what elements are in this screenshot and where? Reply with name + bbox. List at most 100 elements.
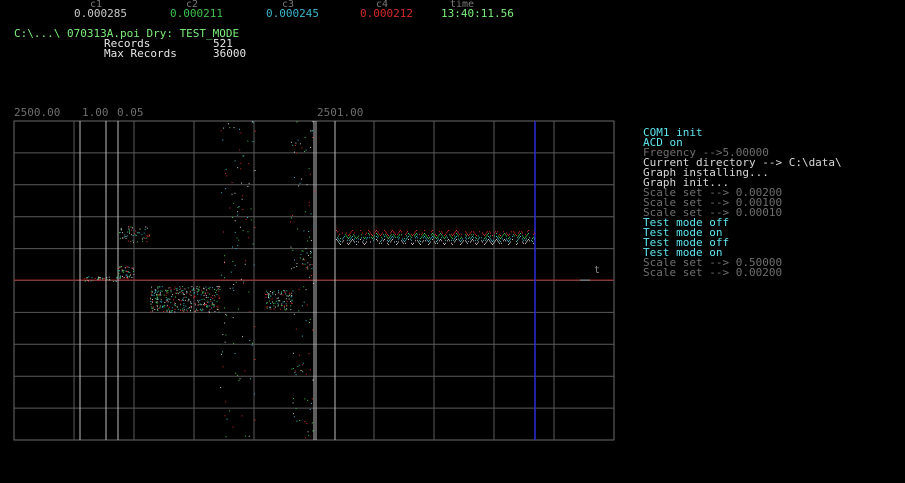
data-point xyxy=(495,231,496,233)
data-point xyxy=(129,232,130,234)
data-point xyxy=(386,235,387,237)
data-point xyxy=(216,293,218,295)
data-point xyxy=(435,233,436,235)
data-point xyxy=(121,269,123,271)
data-point xyxy=(311,251,312,253)
data-point xyxy=(126,231,128,233)
data-point xyxy=(283,290,284,292)
data-point xyxy=(222,351,223,353)
data-point xyxy=(305,320,307,322)
scope-graph[interactable] xyxy=(0,0,905,483)
data-point xyxy=(432,239,433,240)
data-point xyxy=(208,310,210,312)
data-point xyxy=(405,239,406,241)
data-point xyxy=(278,300,280,302)
data-point xyxy=(406,235,407,237)
data-point xyxy=(283,301,285,303)
data-point xyxy=(372,238,373,239)
data-point xyxy=(241,198,243,200)
data-point xyxy=(151,286,152,288)
data-point xyxy=(254,130,256,132)
data-point xyxy=(475,242,476,244)
data-point xyxy=(282,301,284,303)
data-point xyxy=(97,280,99,282)
data-point xyxy=(193,297,195,299)
data-point xyxy=(500,238,501,239)
data-point xyxy=(476,238,477,239)
data-point xyxy=(305,248,307,250)
data-point xyxy=(151,306,153,308)
data-point xyxy=(127,271,128,273)
data-point xyxy=(207,287,209,289)
data-point xyxy=(119,270,121,272)
data-point xyxy=(344,236,345,237)
data-point xyxy=(439,240,440,242)
data-point xyxy=(225,436,227,438)
data-point xyxy=(120,228,122,230)
data-point xyxy=(233,127,235,129)
data-point xyxy=(470,232,471,234)
data-point xyxy=(153,295,155,297)
data-point xyxy=(231,193,233,195)
data-point xyxy=(476,235,477,236)
data-point xyxy=(176,292,177,294)
data-point xyxy=(481,240,482,242)
data-point xyxy=(448,239,449,240)
data-point xyxy=(266,294,268,295)
data-point xyxy=(218,290,220,292)
data-point xyxy=(445,236,446,238)
data-point xyxy=(363,236,364,238)
data-point xyxy=(422,241,423,243)
data-point xyxy=(459,239,460,241)
data-point xyxy=(189,293,191,295)
data-point xyxy=(286,308,287,310)
data-point xyxy=(115,280,117,282)
data-point xyxy=(482,241,483,243)
data-point xyxy=(356,244,357,245)
data-point xyxy=(196,309,198,311)
data-point xyxy=(382,238,383,240)
data-point xyxy=(168,308,170,310)
data-point xyxy=(166,300,168,302)
data-point xyxy=(200,309,202,311)
data-point xyxy=(225,168,227,170)
data-point xyxy=(277,297,279,299)
data-point xyxy=(199,303,201,305)
data-point xyxy=(233,284,235,285)
data-point xyxy=(106,277,108,279)
data-point xyxy=(159,305,161,307)
data-point xyxy=(150,311,152,313)
data-point xyxy=(399,234,400,236)
data-point xyxy=(84,280,86,282)
data-point xyxy=(509,242,510,244)
data-point xyxy=(205,296,207,298)
data-point xyxy=(447,240,448,242)
data-point xyxy=(153,306,154,308)
data-point xyxy=(429,239,430,241)
data-point xyxy=(350,235,351,237)
data-point xyxy=(225,334,227,336)
data-point xyxy=(486,241,487,243)
data-point xyxy=(165,295,167,297)
graph-label-scale2: 2501.00 xyxy=(317,106,364,119)
data-point xyxy=(83,278,85,280)
data-point xyxy=(281,305,283,306)
data-point xyxy=(356,238,357,239)
data-point xyxy=(134,233,136,235)
data-point xyxy=(428,235,429,236)
data-point xyxy=(226,315,228,316)
data-point xyxy=(493,242,494,244)
data-point xyxy=(278,304,279,306)
data-point xyxy=(374,238,375,240)
data-point xyxy=(466,232,467,234)
data-point xyxy=(302,362,304,364)
data-point xyxy=(279,308,281,310)
data-point xyxy=(237,374,239,376)
data-point xyxy=(476,244,477,245)
data-point xyxy=(156,298,158,300)
data-point xyxy=(162,306,163,307)
data-point xyxy=(488,236,489,237)
data-point xyxy=(489,237,490,239)
data-point xyxy=(377,231,378,233)
data-point xyxy=(523,242,524,244)
